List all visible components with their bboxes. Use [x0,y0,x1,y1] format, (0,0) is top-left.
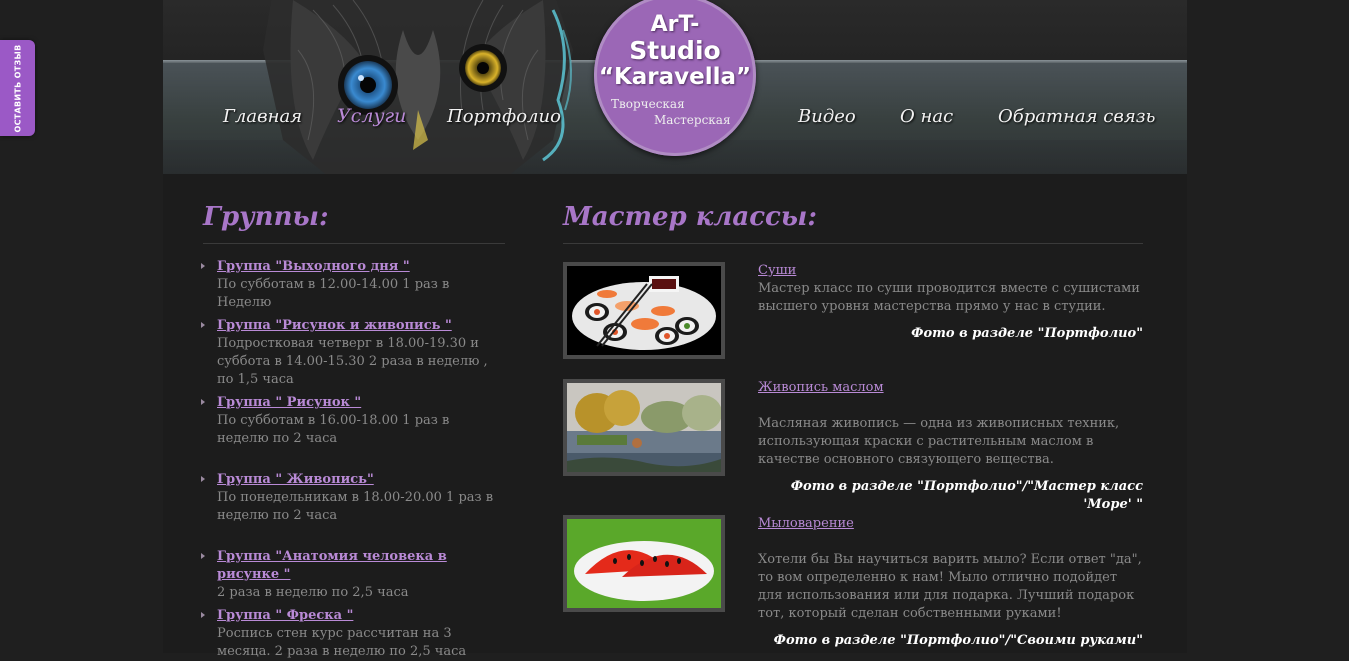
master-class-description: Хотели бы Вы научиться варить мыло? Если… [758,552,1142,621]
bullet-icon [201,322,205,328]
group-item: Группа "Рисунок и живопись " Подросткова… [201,317,505,389]
nav-about[interactable]: О нас [900,106,953,127]
bullet-icon [201,612,205,618]
owl-illustration [263,0,573,174]
studio-logo[interactable]: ArT- Studio “Karavella” Творческая Масте… [594,0,756,156]
group-description: 2 раза в неделю по 2,5 часа [217,585,409,600]
groups-divider [203,243,505,244]
group-item: Группа "Анатомия человека в рисунке " 2 … [201,548,505,602]
group-item: Группа " Рисунок " По субботам в 16.00-1… [201,394,505,448]
master-class-description: Мастер класс по суши проводится вместе с… [758,281,1140,314]
master-classes-divider [563,243,1143,244]
photo-note: Фото в разделе "Портфолио"/"Своими рукам… [773,633,1143,648]
logo-tagline-2: Мастерская [654,113,731,127]
sushi-photo[interactable] [563,262,725,359]
group-title-link[interactable]: Группа " Живопись" [217,471,505,489]
group-description: Роспись стен курс рассчитан на 3 месяца.… [217,626,467,659]
photo-note: Фото в разделе "Портфолио"/"Мастер класс… [790,479,1143,512]
feedback-side-tab[interactable]: ОСТАВИТЬ ОТЗЫВ [0,40,35,136]
nav-home[interactable]: Главная [223,106,302,127]
group-description: По субботам в 12.00-14.00 1 раз в Неделю [217,277,450,310]
group-title-link[interactable]: Группа " Фреска " [217,607,505,625]
logo-line-1: ArT- [650,12,700,37]
photo-note: Фото в разделе "Портфолио" [911,326,1143,341]
logo-line-2: Studio [629,36,721,65]
master-class-title-link[interactable]: Живопись маслом [758,379,1143,397]
main-content: Группы: Группа "Выходного дня " По суббо… [163,174,1187,659]
group-item: Группа " Живопись" По понедельникам в 18… [201,471,505,525]
group-item: Группа "Выходного дня " По субботам в 12… [201,258,505,312]
group-description: По понедельникам в 18.00-20.00 1 раз в н… [217,490,494,523]
master-class-description: Масляная живопись — одна из живописных т… [758,416,1120,467]
nav-feedback[interactable]: Обратная связь [998,106,1155,127]
logo-tagline-1: Творческая [611,97,685,111]
master-class-title-link[interactable]: Мыловарение [758,515,1143,533]
group-title-link[interactable]: Группа "Рисунок и живопись " [217,317,505,335]
nav-portfolio[interactable]: Портфолио [447,106,561,127]
groups-heading: Группы: [203,202,329,232]
bullet-icon [201,476,205,482]
feedback-tab-label: ОСТАВИТЬ ОТЗЫВ [13,44,23,132]
oil-painting-photo[interactable] [563,379,725,476]
nav-video[interactable]: Видео [798,106,856,127]
soap-making-photo[interactable] [563,515,725,612]
nav-services[interactable]: Услуги [337,105,406,127]
group-title-link[interactable]: Группа "Выходного дня " [217,258,505,276]
master-class-title-link[interactable]: Суши [758,262,1143,280]
bullet-icon [201,263,205,269]
master-classes-heading: Мастер классы: [563,202,817,232]
group-description: Подростковая четверг в 18.00-19.30 и суб… [217,336,488,387]
group-title-link[interactable]: Группа " Рисунок " [217,394,505,412]
bullet-icon [201,553,205,559]
bullet-icon [201,399,205,405]
group-title-link[interactable]: Группа "Анатомия человека в рисунке " [217,548,505,584]
group-description: По субботам в 16.00-18.00 1 раз в неделю… [217,413,450,446]
logo-line-3: “Karavella” [598,64,752,90]
